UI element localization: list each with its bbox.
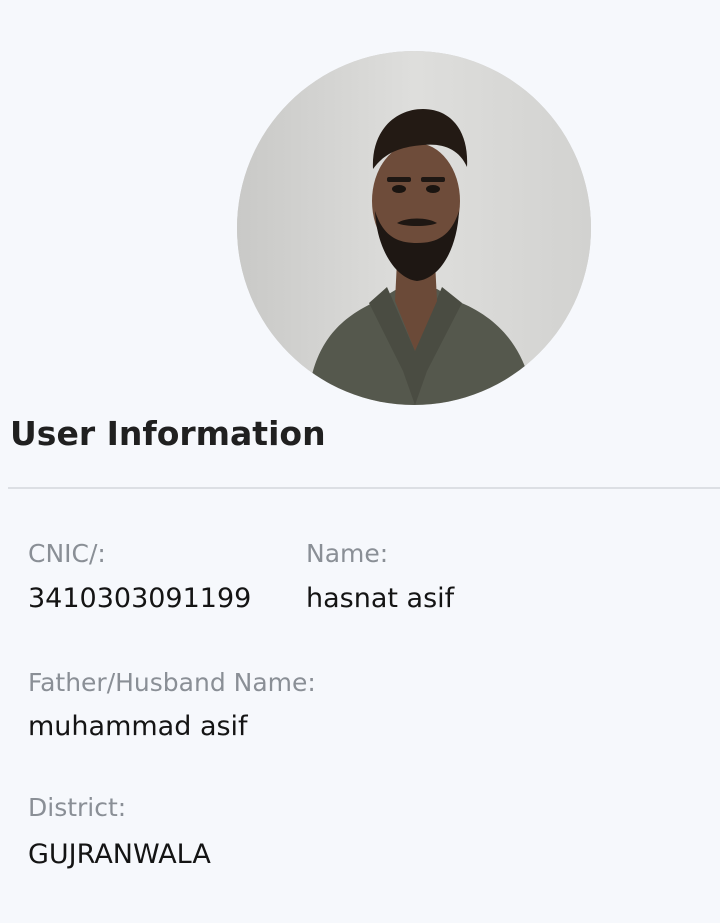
district-label: District:	[28, 793, 127, 822]
divider	[8, 487, 720, 489]
section-title: User Information	[10, 414, 326, 453]
cnic-label: CNIC/:	[28, 539, 106, 568]
name-label: Name:	[306, 539, 389, 568]
father-husband-name-value: muhammad asif	[28, 711, 248, 742]
profile-photo	[237, 51, 591, 405]
father-husband-name-label: Father/Husband Name:	[28, 668, 316, 697]
user-photo-image	[237, 51, 591, 405]
cnic-value: 3410303091199	[28, 583, 252, 614]
district-value: GUJRANWALA	[28, 839, 211, 870]
name-value: hasnat asif	[306, 583, 455, 614]
